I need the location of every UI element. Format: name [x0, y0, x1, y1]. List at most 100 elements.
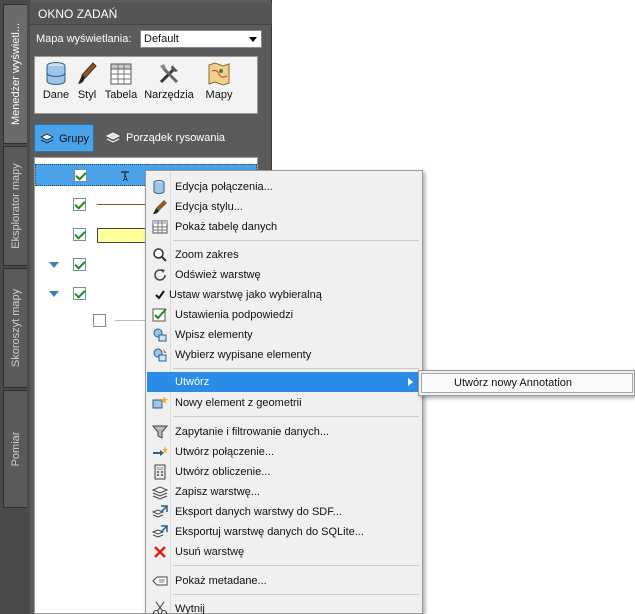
export-sqlite-icon — [152, 525, 168, 538]
table-button[interactable]: Tabela — [101, 61, 141, 111]
menu-item-create-annotation[interactable]: Utwórz nowy Annotation — [421, 373, 633, 393]
display-map-value: Default — [144, 33, 179, 45]
menu-item-create-join[interactable]: Utwórz połączenie... — [147, 442, 421, 462]
submenu-arrow-icon — [408, 378, 413, 386]
menu-item-label: Utwórz — [175, 376, 210, 388]
menu-item-label: Zoom zakres — [175, 249, 239, 261]
expand-triangle-icon[interactable] — [49, 291, 59, 297]
menu-item-label: Edycja połączenia... — [175, 181, 273, 193]
menu-item-label: Pokaż metadane... — [175, 575, 267, 587]
task-toolbar: Dane Styl Tabela Narzędzia Mapy — [34, 56, 258, 114]
side-tab-strip: Menedżer wyświetl... Eksplorator mapy Sk… — [0, 0, 30, 614]
menu-item-label: Utwórz obliczenie... — [175, 466, 271, 478]
table-label: Tabela — [104, 89, 138, 101]
menu-item-create-calculation[interactable]: Utwórz obliczenie... — [147, 462, 421, 482]
tooltip-settings-icon — [152, 308, 167, 322]
table-icon — [110, 63, 132, 85]
fill-swatch — [97, 228, 147, 243]
menu-item-label: Wytnij — [175, 603, 205, 614]
menu-item-edit-style[interactable]: Edycja stylu... — [147, 197, 421, 217]
menu-item-show-data-table[interactable]: Pokaż tabelę danych — [147, 217, 421, 237]
tools-icon — [159, 64, 179, 84]
svg-text:A: A — [123, 175, 128, 182]
style-label: Styl — [77, 89, 97, 101]
checkmark-icon — [155, 290, 165, 300]
menu-item-label: Utwórz nowy Annotation — [454, 377, 573, 389]
menu-item-label: Wpisz elementy — [175, 329, 253, 341]
export-sdf-icon — [152, 505, 168, 518]
join-icon — [153, 446, 168, 456]
menu-item-export-sqlite[interactable]: Eksportuj warstwę danych do SQLite... — [147, 522, 421, 542]
tab-measure[interactable]: Pomiar — [3, 390, 27, 508]
layer-visibility-checkbox[interactable] — [73, 287, 86, 300]
style-button[interactable]: Styl — [73, 61, 101, 111]
tab-map-explorer[interactable]: Eksplorator mapy — [3, 146, 27, 266]
menu-item-label: Odśwież warstwę — [175, 269, 261, 281]
tab-label: Eksplorator mapy — [9, 163, 22, 249]
save-layer-icon — [152, 486, 168, 500]
menu-item-cut[interactable]: Wytnij — [147, 599, 421, 614]
menu-item-save-layer[interactable]: Zapisz warstwę... — [147, 482, 421, 502]
delete-icon — [154, 546, 166, 558]
menu-item-show-metadata[interactable]: Pokaż metadane... — [147, 571, 421, 591]
database-edit-icon — [153, 180, 165, 194]
menu-item-label: Edycja stylu... — [175, 201, 243, 213]
data-label: Dane — [42, 89, 70, 101]
layer-visibility-checkbox[interactable] — [74, 169, 87, 182]
menu-item-label: Zapisz warstwę... — [175, 486, 260, 498]
layers-icon — [40, 133, 54, 144]
display-map-select[interactable]: Default — [140, 30, 262, 48]
menu-separator — [173, 240, 419, 241]
draw-order-icon — [106, 132, 120, 143]
menu-item-zoom-extent[interactable]: Zoom zakres — [147, 245, 421, 265]
data-button[interactable]: Dane — [39, 61, 73, 111]
expand-triangle-icon[interactable] — [49, 262, 59, 268]
menu-item-label: Wybierz wypisane elementy — [175, 349, 312, 361]
menu-item-label: Usuń warstwę — [175, 546, 245, 558]
display-map-label: Mapa wyświetlania: — [36, 33, 132, 45]
menu-item-export-sdf[interactable]: Eksport danych warstwy do SDF... — [147, 502, 421, 522]
calculator-icon — [154, 464, 166, 480]
maps-label: Mapy — [205, 89, 233, 101]
tab-label: Pomiar — [9, 431, 22, 467]
menu-item-type-elements[interactable]: Wpisz elementy — [147, 325, 421, 345]
menu-item-label: Pokaż tabelę danych — [175, 221, 278, 233]
menu-item-new-element-from-geometry[interactable]: Nowy element z geometrii — [147, 393, 421, 413]
menu-item-label: Utwórz połączenie... — [175, 446, 275, 458]
menu-item-label: Eksportuj warstwę danych do SQLite... — [175, 526, 364, 538]
layer-visibility-checkbox[interactable] — [73, 198, 86, 211]
map-icon — [208, 62, 230, 86]
layer-visibility-checkbox[interactable] — [73, 258, 86, 271]
menu-item-set-selectable[interactable]: Ustaw warstwę jako wybieralną — [147, 285, 421, 305]
menu-item-tooltip-settings[interactable]: Ustawienia podpowiedzi — [147, 305, 421, 325]
select-elements-icon — [153, 348, 167, 362]
brush-icon — [78, 62, 97, 84]
menu-item-refresh-layer[interactable]: Odśwież warstwę — [147, 265, 421, 285]
menu-item-select-listed-elements[interactable]: Wybierz wypisane elementy — [147, 345, 421, 365]
refresh-icon — [154, 269, 166, 281]
menu-item-create[interactable]: Utwórz — [147, 372, 421, 392]
menu-item-label: Ustawienia podpowiedzi — [175, 309, 294, 321]
scissors-icon — [153, 601, 167, 614]
tab-map-book[interactable]: Skoroszyt mapy — [3, 268, 27, 388]
menu-item-delete-layer[interactable]: Usuń warstwę — [147, 542, 421, 562]
menu-item-label: Nowy element z geometrii — [175, 397, 302, 409]
menu-item-label: Zapytanie i filtrowanie danych... — [175, 426, 330, 438]
database-icon — [46, 62, 66, 85]
tab-groups[interactable]: Grupy — [34, 124, 94, 152]
line-swatch — [97, 204, 147, 205]
filter-icon — [152, 425, 168, 439]
menu-separator — [173, 594, 419, 595]
menu-item-edit-connection[interactable]: Edycja połączenia... — [147, 177, 421, 197]
menu-item-label: Eksport danych warstwy do SDF... — [175, 506, 342, 518]
brush-icon — [153, 200, 167, 214]
groups-label: Grupy — [59, 133, 89, 145]
layer-visibility-checkbox[interactable] — [93, 314, 106, 327]
tab-display-manager[interactable]: Menedżer wyświetl... — [3, 4, 27, 144]
layer-visibility-checkbox[interactable] — [73, 228, 86, 241]
new-element-icon — [152, 396, 168, 409]
tools-button[interactable]: Narzędzia — [141, 61, 197, 111]
menu-item-query-filter[interactable]: Zapytanie i filtrowanie danych... — [147, 422, 421, 442]
menu-item-label: Ustaw warstwę jako wybieralną — [169, 289, 322, 301]
maps-button[interactable]: Mapy — [199, 61, 239, 111]
